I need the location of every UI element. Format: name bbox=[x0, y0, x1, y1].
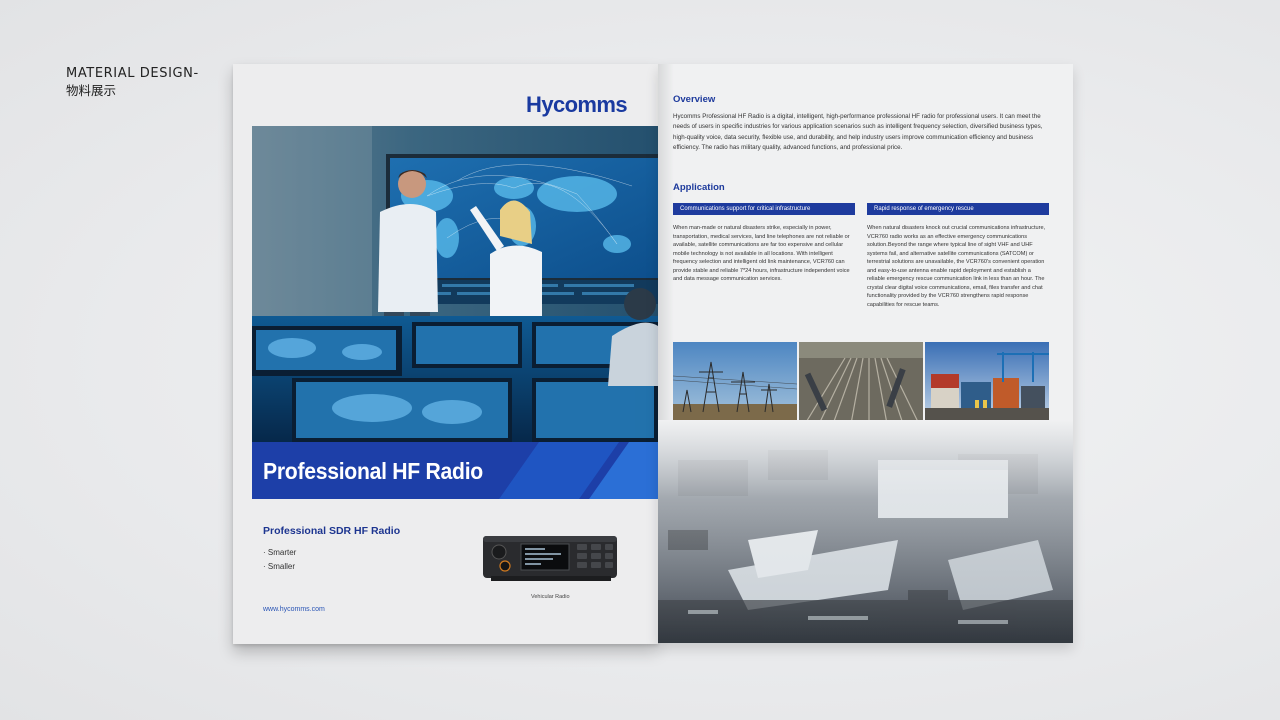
website-link[interactable]: www.hycomms.com bbox=[263, 606, 325, 613]
application-heading: Application bbox=[673, 182, 725, 193]
radio-caption: Vehicular Radio bbox=[531, 594, 570, 600]
application-tab-infrastructure: Communications support for critical infr… bbox=[673, 203, 855, 215]
brochure-cover: Hycomms Professional HF Radio Profession… bbox=[233, 64, 658, 644]
cover-title: Professional HF Radio bbox=[263, 458, 483, 484]
application-text-infrastructure: When man-made or natural disasters strik… bbox=[673, 225, 850, 282]
photo-container-port bbox=[925, 342, 1049, 424]
feature-item: Smarter bbox=[263, 546, 296, 560]
application-tab-emergency: Rapid response of emergency rescue bbox=[867, 203, 1049, 215]
control-room-illustration bbox=[252, 126, 658, 442]
feature-list: Smarter Smaller bbox=[263, 546, 296, 574]
brochure-inner-page: Overview Hycomms Professional HF Radio i… bbox=[658, 64, 1073, 643]
hycomms-logo: Hycomms bbox=[526, 92, 628, 117]
cover-title-band: Professional HF Radio bbox=[252, 442, 658, 499]
photo-railway-yard bbox=[799, 342, 923, 424]
disaster-background-image bbox=[658, 420, 1073, 643]
application-text-emergency: When natural disasters knock out crucial… bbox=[867, 225, 1046, 308]
cover-subtitle: Professional SDR HF Radio bbox=[263, 525, 401, 537]
vehicular-radio-image bbox=[481, 530, 621, 587]
overview-heading: Overview bbox=[673, 94, 716, 105]
corner-label: MATERIAL DESIGN- 物料展示 bbox=[66, 65, 199, 99]
feature-item: Smaller bbox=[263, 560, 296, 574]
corner-label-line2: 物料展示 bbox=[66, 83, 117, 98]
hero-image-control-room bbox=[252, 126, 658, 442]
overview-text: Hycomms Professional HF Radio is a digit… bbox=[673, 113, 1043, 151]
corner-label-line1: MATERIAL DESIGN- bbox=[66, 66, 199, 81]
photo-power-towers bbox=[673, 342, 797, 424]
